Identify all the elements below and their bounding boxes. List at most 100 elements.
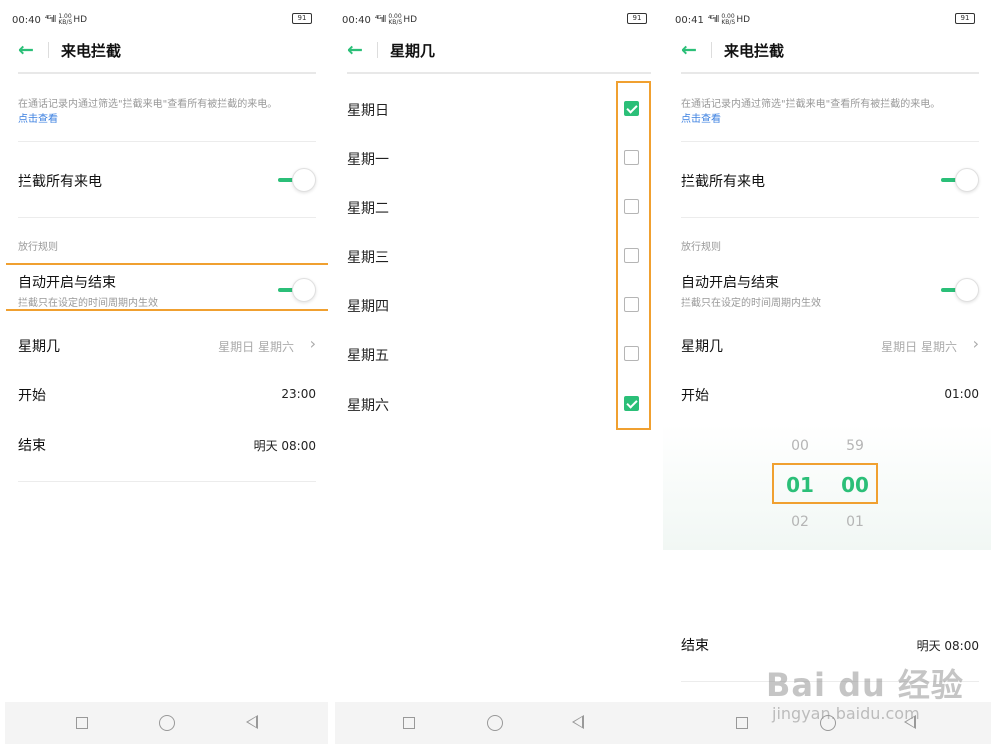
block-all-toggle[interactable] [941,168,979,192]
header-underline [347,72,651,74]
end-value[interactable]: 明天 08:00 [254,437,316,454]
divider [681,681,979,682]
chevron-right-icon[interactable]: › [973,334,979,353]
description: 在通话记录内通过筛选"拦截来电"查看所有被拦截的来电。 [681,99,941,110]
app-header: ← 来电拦截 [18,36,316,64]
divider [18,217,316,218]
start-label[interactable]: 开始 [681,385,709,405]
header-divider [711,42,712,58]
hd-badge: HD [403,15,418,25]
days-label[interactable]: 星期几 [681,336,723,356]
signal-icon: ⁴ᴳıll [707,15,719,25]
page-title: 星期几 [390,41,436,60]
end-label[interactable]: 结束 [681,635,709,655]
hour-prev[interactable]: 00 [780,438,820,454]
signal-icon: ⁴ᴳıll [44,15,56,25]
day-label[interactable]: 星期日 [347,100,389,120]
hour-next[interactable]: 02 [780,514,820,530]
network-speed: 0.00 KB/S [721,13,736,26]
header-divider [377,42,378,58]
day-label[interactable]: 星期六 [347,395,389,415]
days-label[interactable]: 星期几 [18,336,60,356]
back-arrow-icon[interactable]: ← [347,39,369,61]
auto-schedule-label: 自动开启与结束 [18,275,116,291]
nav-bar [335,702,663,744]
days-value[interactable]: 星期日 星期六 [881,338,957,355]
circle-icon[interactable] [487,715,503,731]
block-all-toggle[interactable] [278,168,316,192]
network-speed: 0.00 KB/S [388,13,403,26]
triangle-back-icon[interactable] [572,715,584,729]
status-bar: 00:41 ⁴ᴳıll 0.00 KB/S HD 91 [675,12,981,28]
highlight-box [772,463,878,504]
status-time: 00:40 [342,14,371,26]
back-arrow-icon[interactable]: ← [681,39,703,61]
app-header: ← 星期几 [347,36,651,64]
header-underline [681,72,979,74]
square-icon[interactable] [736,717,748,729]
square-icon[interactable] [403,717,415,729]
panel-day-picker: 00:40 ⁴ᴳıll 0.00 KB/S HD 91 ← 星期几 星期日 星期… [335,0,663,750]
description-text: 在通话记录内通过筛选"拦截来电"查看所有被拦截的来电。 点击查看 [18,97,318,127]
start-label[interactable]: 开始 [18,385,46,405]
square-icon[interactable] [76,717,88,729]
hd-badge: HD [736,15,751,25]
highlight-line-bottom [6,309,328,311]
description: 在通话记录内通过筛选"拦截来电"查看所有被拦截的来电。 [18,99,278,110]
start-value[interactable]: 01:00 [944,387,979,401]
highlight-box [616,81,651,430]
divider [18,141,316,142]
circle-icon[interactable] [820,715,836,731]
divider [681,141,979,142]
page-title: 来电拦截 [61,41,122,60]
start-value[interactable]: 23:00 [281,387,316,401]
chevron-right-icon[interactable]: › [310,334,316,353]
auto-schedule-sublabel: 拦截只在设定的时间周期内生效 [681,298,821,309]
highlight-line-top [6,263,328,265]
battery-icon: 91 [292,13,312,24]
auto-schedule-toggle[interactable] [278,278,316,302]
days-value[interactable]: 星期日 星期六 [218,338,294,355]
section-label: 放行规则 [681,242,721,253]
view-link[interactable]: 点击查看 [681,112,981,127]
day-label[interactable]: 星期三 [347,247,389,267]
day-label[interactable]: 星期五 [347,345,389,365]
end-value[interactable]: 明天 08:00 [917,637,979,654]
page-title: 来电拦截 [724,41,785,60]
section-label: 放行规则 [18,242,58,253]
minute-next[interactable]: 01 [835,514,875,530]
minute-prev[interactable]: 59 [835,438,875,454]
day-label[interactable]: 星期四 [347,296,389,316]
description-text: 在通话记录内通过筛选"拦截来电"查看所有被拦截的来电。 点击查看 [681,97,981,127]
nav-bar [663,702,991,744]
hd-badge: HD [73,15,88,25]
block-all-label: 拦截所有来电 [681,174,765,190]
auto-schedule-toggle[interactable] [941,278,979,302]
auto-schedule-label: 自动开启与结束 [681,275,779,291]
view-link[interactable]: 点击查看 [18,112,318,127]
nav-bar [5,702,328,744]
back-arrow-icon[interactable]: ← [18,39,40,61]
end-label[interactable]: 结束 [18,435,46,455]
status-bar: 00:40 ⁴ᴳıll 1.00 KB/S HD 91 [12,12,318,28]
day-label[interactable]: 星期一 [347,149,389,169]
auto-schedule-sublabel: 拦截只在设定的时间周期内生效 [18,298,158,309]
panel-call-blocking-settings: 00:40 ⁴ᴳıll 1.00 KB/S HD 91 ← 来电拦截 在通话记录… [0,0,328,750]
header-divider [48,42,49,58]
signal-icon: ⁴ᴳıll [374,15,386,25]
app-header: ← 来电拦截 [681,36,979,64]
status-bar: 00:40 ⁴ᴳıll 0.00 KB/S HD 91 [342,12,653,28]
status-time: 00:40 [12,14,41,26]
circle-icon[interactable] [159,715,175,731]
day-label[interactable]: 星期二 [347,198,389,218]
triangle-back-icon[interactable] [904,715,916,729]
network-speed: 1.00 KB/S [58,13,73,26]
battery-icon: 91 [955,13,975,24]
triangle-back-icon[interactable] [246,715,258,729]
battery-icon: 91 [627,13,647,24]
divider [681,217,979,218]
block-all-label: 拦截所有来电 [18,174,102,190]
divider [18,481,316,482]
status-time: 00:41 [675,14,704,26]
header-underline [18,72,316,74]
